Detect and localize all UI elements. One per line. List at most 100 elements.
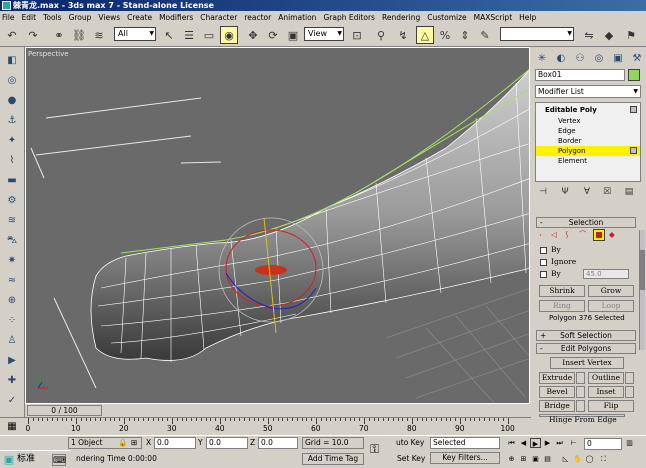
add-time-tag-button[interactable]: Add Time Tag [302,453,364,465]
select-scale-icon[interactable]: ▣ [284,26,302,44]
analyze-world-icon[interactable]: ✓ [3,393,21,409]
time-slider-track[interactable]: 0 / 100 [25,404,531,417]
lock-selection-icon[interactable]: 🔒 [118,437,127,448]
shrink-button[interactable]: Shrink [539,285,585,297]
menu-reactor[interactable]: reactor [244,13,271,22]
spinner-snap-icon[interactable]: ⇕ [456,26,474,44]
rigid-body-icon[interactable]: ◧ [3,53,21,69]
menu-graph-editors[interactable]: Graph Editors [323,13,375,22]
insert-vertex-button[interactable]: Insert Vertex [550,357,624,369]
inset-settings-button[interactable] [625,386,634,398]
bind-space-warp-icon[interactable]: ≋ [90,26,108,44]
make-unique-icon[interactable]: ∀ [581,186,593,198]
perspective-viewport[interactable]: Perspective [25,47,530,404]
select-rotate-icon[interactable]: ⟳ [264,26,282,44]
pan-icon[interactable]: ✋ [572,454,583,464]
zoom-all-icon[interactable]: ⊞ [518,454,529,464]
select-move-icon[interactable]: ✥ [244,26,262,44]
stack-item-editable-poly[interactable]: Editable Poly [536,105,640,115]
select-by-name-icon[interactable]: ☰ [180,26,198,44]
snap-toggle-icon[interactable]: ↯ [394,26,412,44]
pin-stack-icon[interactable]: ⊣ [537,186,549,198]
min-max-toggle-icon[interactable]: ⛶ [598,454,609,464]
window-crossing-icon[interactable]: ◉ [220,26,238,44]
track-view-icon[interactable]: ▦ [3,420,21,434]
command-panel-scrollbar[interactable] [639,230,645,350]
pivot-center-icon[interactable]: ⊡ [348,26,366,44]
arc-rotate-icon[interactable]: ◯ [584,454,595,464]
border-mode-icon[interactable]: ⟆ [565,230,568,240]
viewport-label[interactable]: Perspective [28,50,69,58]
previous-frame-icon[interactable]: ◀ [518,438,529,448]
soft-body-icon[interactable]: ● [3,93,21,109]
z-coordinate[interactable]: 0.0 [258,437,298,449]
create-tab-icon[interactable]: ✳ [534,51,550,67]
angle-spinner[interactable]: 45.0 [583,269,629,279]
ignore-backfacing-checkbox[interactable] [540,259,547,266]
redo-icon[interactable]: ↷ [24,26,42,44]
menu-file[interactable]: File [2,13,15,22]
ref-coord-dropdown[interactable]: View [304,27,344,41]
utilities-tab-icon[interactable]: ⚒ [629,51,645,67]
go-to-start-icon[interactable]: ⏮ [506,438,517,448]
loop-button[interactable]: Loop [588,300,634,312]
next-frame-icon[interactable]: ▶ [542,438,553,448]
time-slider[interactable]: 0 / 100 [27,405,102,416]
named-selection-sets-dropdown[interactable] [500,27,574,41]
x-coordinate[interactable]: 0.0 [154,437,196,449]
hinge-from-edge-label[interactable]: Hinge From Edge [549,415,617,425]
extrude-button[interactable]: Extrude [539,372,575,384]
auto-key-button[interactable]: uto Key [396,437,424,448]
unlink-icon[interactable]: ⛓ [70,26,88,44]
rope-icon[interactable]: ⚓ [3,113,21,129]
menu-create[interactable]: Create [127,13,152,22]
absolute-mode-icon[interactable]: ⊞ [131,437,137,448]
dashpot-icon[interactable]: ▬ [3,173,21,189]
stack-item-border[interactable]: Border [536,136,640,146]
menu-group[interactable]: Group [69,13,92,22]
stack-item-polygon[interactable]: Polygon [536,146,640,156]
display-tab-icon[interactable]: ▣ [610,51,626,67]
border-loop-icon[interactable]: ⌒ [579,230,587,240]
constraint-solver-icon[interactable]: ⊕ [3,293,21,309]
start-label[interactable]: 标准 [17,454,35,465]
menu-rendering[interactable]: Rendering [382,13,420,22]
toy-car-icon[interactable]: ⛍ [3,233,21,249]
by-angle-checkbox[interactable] [540,271,547,278]
outline-button[interactable]: Outline [588,372,624,384]
water-icon[interactable]: ≈ [3,273,21,289]
ime-icon[interactable]: ⌨ [52,454,66,466]
polygon-mode-icon[interactable] [593,229,605,241]
extrude-settings-button[interactable] [576,372,585,384]
track-bar[interactable]: ▦ 0 10 20 30 40 50 60 70 80 90 100 [0,417,531,435]
motion-tab-icon[interactable]: ◎ [591,51,607,67]
selection-rollout-header[interactable]: - Selection [536,217,636,228]
select-object-icon[interactable]: ↖ [160,26,178,44]
object-color-swatch[interactable] [628,69,640,81]
bridge-button[interactable]: Bridge [539,400,575,412]
zoom-extents-icon[interactable]: ▣ [530,454,541,464]
current-frame-field[interactable]: 0 [584,438,622,450]
menu-modifiers[interactable]: Modifiers [159,13,193,22]
grow-button[interactable]: Grow [588,285,634,297]
bridge-settings-button[interactable] [576,400,585,412]
menu-views[interactable]: Views [98,13,120,22]
time-config-icon[interactable]: ▥ [624,438,635,448]
point-to-point-icon[interactable]: ⁘ [3,313,21,329]
menu-animation[interactable]: Animation [278,13,316,22]
set-key-button[interactable]: Set Key [397,453,425,464]
ring-button[interactable]: Ring [539,300,585,312]
key-mode-dropdown[interactable]: Selected [430,437,500,449]
link-icon[interactable]: ⚭ [50,26,68,44]
motor-icon[interactable]: ⚙ [3,193,21,209]
modifier-list-dropdown[interactable]: Modifier List [535,85,641,98]
fracture-icon[interactable]: ✷ [3,253,21,269]
by-vertex-checkbox[interactable] [540,247,547,254]
align-icon[interactable]: ◆ [600,26,618,44]
vertex-mode-icon[interactable]: · [539,231,542,241]
undo-icon[interactable]: ↶ [3,26,21,44]
fov-icon[interactable]: ◺ [560,454,571,464]
inset-button[interactable]: Inset [588,386,624,398]
app-taskbar-icon[interactable]: ▣ [2,453,16,467]
key-filters-button[interactable]: Key Filters... [430,452,500,464]
